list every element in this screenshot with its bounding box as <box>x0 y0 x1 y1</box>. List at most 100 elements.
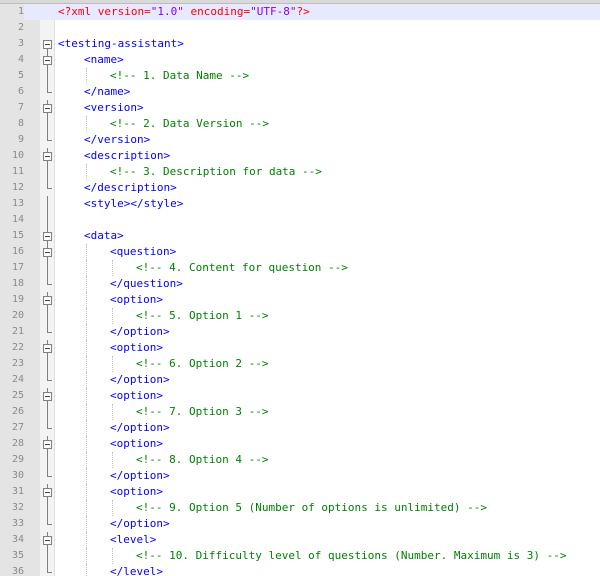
indent-guide <box>86 484 87 500</box>
code-text: </level> <box>110 564 163 576</box>
code-line[interactable]: 29 <!-- 8. Option 4 --> <box>0 452 600 468</box>
xml-tag: <testing-assistant> <box>58 37 184 50</box>
xml-editor[interactable]: 1 <?xml version="1.0" encoding="UTF-8"?> 2… <box>0 0 600 576</box>
code-line[interactable]: 33 </option> <box>0 516 600 532</box>
line-number: 15 <box>11 230 24 241</box>
fold-end-icon <box>42 84 52 100</box>
fold-line-icon <box>42 548 52 564</box>
fold-toggle-icon[interactable] <box>42 148 52 164</box>
code-text: <option> <box>110 484 163 500</box>
code-text: <version> <box>84 100 144 116</box>
xml-tag: </option> <box>110 517 170 530</box>
fold-toggle-icon[interactable] <box>42 228 52 244</box>
code-line[interactable]: 16 <question> <box>0 244 600 260</box>
fold-toggle-icon[interactable] <box>42 484 52 500</box>
code-line[interactable]: 20 <!-- 5. Option 1 --> <box>0 308 600 324</box>
code-line[interactable]: 28 <option> <box>0 436 600 452</box>
xml-tag: <version> <box>84 101 144 114</box>
xml-comment: <!-- 8. Option 4 --> <box>136 453 269 466</box>
code-line[interactable]: 19 <option> <box>0 292 600 308</box>
xml-comment: <!-- 10. Difficulty level of questions (… <box>136 549 567 562</box>
code-text: </option> <box>110 468 170 484</box>
fold-toggle-icon[interactable] <box>42 52 52 68</box>
xml-tag: <data> <box>84 229 124 242</box>
indent-guide <box>86 404 87 420</box>
code-line[interactable]: 12 </description> <box>0 180 600 196</box>
fold-toggle-icon[interactable] <box>42 436 52 452</box>
xml-comment: <!-- 4. Content for question --> <box>136 261 348 274</box>
code-line[interactable]: 15 <data> <box>0 228 600 244</box>
code-line[interactable]: 18 </question> <box>0 276 600 292</box>
indent-guide <box>86 420 87 436</box>
fold-end-icon <box>42 564 52 576</box>
code-line[interactable]: 9 </version> <box>0 132 600 148</box>
code-text: <option> <box>110 388 163 404</box>
code-line[interactable]: 13 <style></style> <box>0 196 600 212</box>
line-number: 13 <box>11 198 24 209</box>
code-line[interactable]: 31 <option> <box>0 484 600 500</box>
xml-comment: <!-- 3. Description for data --> <box>110 165 322 178</box>
line-number: 12 <box>11 182 24 193</box>
code-line[interactable]: 11 <!-- 3. Description for data --> <box>0 164 600 180</box>
fold-empty <box>42 4 52 20</box>
indent-guide <box>112 404 113 420</box>
code-line[interactable]: 34 <level> <box>0 532 600 548</box>
code-line[interactable]: 1 <?xml version="1.0" encoding="UTF-8"?> <box>0 4 600 20</box>
line-number: 21 <box>11 326 24 337</box>
code-line[interactable]: 10 <description> <box>0 148 600 164</box>
line-number: 11 <box>11 166 24 177</box>
fold-toggle-icon[interactable] <box>42 292 52 308</box>
code-text: </option> <box>110 420 170 436</box>
fold-empty <box>42 20 52 36</box>
indent-guide <box>86 564 87 576</box>
indent-guide <box>86 292 87 308</box>
fold-end-icon <box>42 516 52 532</box>
code-text: <option> <box>110 292 163 308</box>
indent-guide <box>86 516 87 532</box>
line-number: 23 <box>11 358 24 369</box>
code-line[interactable]: 5 <!-- 1. Data Name --> <box>0 68 600 84</box>
code-line[interactable]: 21 </option> <box>0 324 600 340</box>
code-line[interactable]: 27 </option> <box>0 420 600 436</box>
line-number: 30 <box>11 470 24 481</box>
xml-tag: </option> <box>110 373 170 386</box>
code-text: <option> <box>110 436 163 452</box>
code-line[interactable]: 14 <box>0 212 600 228</box>
xml-comment: <!-- 6. Option 2 --> <box>136 357 269 370</box>
fold-line-icon <box>42 308 52 324</box>
fold-toggle-icon[interactable] <box>42 36 52 52</box>
code-line[interactable]: 6 </name> <box>0 84 600 100</box>
code-text: <!-- 4. Content for question --> <box>136 260 348 276</box>
code-line[interactable]: 30 </option> <box>0 468 600 484</box>
code-line[interactable]: 23 <!-- 6. Option 2 --> <box>0 356 600 372</box>
code-line[interactable]: 17 <!-- 4. Content for question --> <box>0 260 600 276</box>
fold-line-icon <box>42 116 52 132</box>
fold-toggle-icon[interactable] <box>42 532 52 548</box>
code-line[interactable]: 24 </option> <box>0 372 600 388</box>
code-line[interactable]: 25 <option> <box>0 388 600 404</box>
code-lines[interactable]: 1 <?xml version="1.0" encoding="UTF-8"?> 2… <box>0 4 600 576</box>
line-number: 5 <box>17 70 24 81</box>
code-line[interactable]: 7 <version> <box>0 100 600 116</box>
code-line[interactable]: 2 <box>0 20 600 36</box>
code-line[interactable]: 26 <!-- 7. Option 3 --> <box>0 404 600 420</box>
code-line[interactable]: 32 <!-- 9. Option 5 (Number of options is… <box>0 500 600 516</box>
fold-toggle-icon[interactable] <box>42 244 52 260</box>
xml-token: "1.0" <box>150 5 184 18</box>
fold-line-icon <box>42 196 52 212</box>
code-line[interactable]: 3 <testing-assistant> <box>0 36 600 52</box>
xml-tag: <option> <box>110 293 163 306</box>
code-line[interactable]: 4 <name> <box>0 52 600 68</box>
code-text: <testing-assistant> <box>58 36 184 52</box>
code-line[interactable]: 35 <!-- 10. Difficulty level of questions… <box>0 548 600 564</box>
xml-tag: </description> <box>84 181 177 194</box>
fold-toggle-icon[interactable] <box>42 388 52 404</box>
code-line[interactable]: 36 </level> <box>0 564 600 576</box>
code-text: <!-- 2. Data Version --> <box>110 116 269 132</box>
fold-end-icon <box>42 468 52 484</box>
fold-end-icon <box>42 180 52 196</box>
code-line[interactable]: 8 <!-- 2. Data Version --> <box>0 116 600 132</box>
fold-toggle-icon[interactable] <box>42 100 52 116</box>
fold-toggle-icon[interactable] <box>42 340 52 356</box>
code-line[interactable]: 22 <option> <box>0 340 600 356</box>
